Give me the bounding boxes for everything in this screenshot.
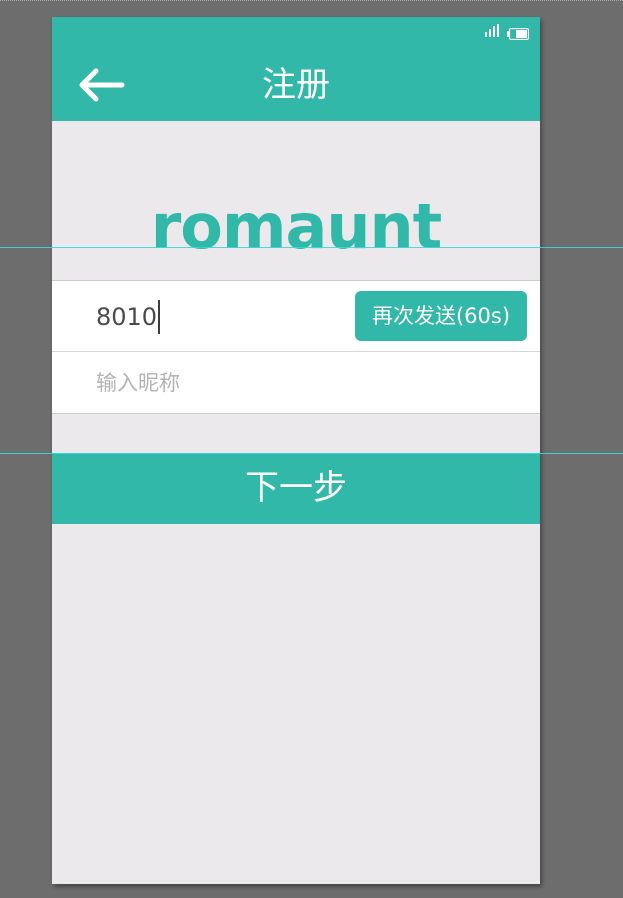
- signal-icon: [485, 24, 499, 37]
- verification-code-value: 8010: [96, 303, 158, 331]
- phone-screen: 注册 romaunt 8010 再次发送(60s) 输入昵称 下一步: [52, 17, 540, 884]
- page-title: 注册: [262, 65, 330, 105]
- guide-line: [0, 453, 623, 454]
- header-bar: 注册: [52, 17, 540, 121]
- verification-code-input[interactable]: 8010: [96, 299, 161, 335]
- nickname-row: 输入昵称: [52, 352, 540, 413]
- next-step-button[interactable]: 下一步: [52, 453, 540, 524]
- text-caret: [158, 300, 161, 334]
- registration-form: 8010 再次发送(60s) 输入昵称: [52, 280, 540, 414]
- brand-logo: romaunt: [150, 190, 443, 263]
- status-icons: [485, 24, 530, 41]
- guide-line: [0, 247, 623, 248]
- battery-icon: [507, 25, 530, 41]
- ruler-top: [0, 0, 623, 6]
- nickname-input[interactable]: 输入昵称: [96, 366, 180, 400]
- code-row: 8010 再次发送(60s): [52, 281, 540, 352]
- resend-code-button[interactable]: 再次发送(60s): [355, 291, 527, 341]
